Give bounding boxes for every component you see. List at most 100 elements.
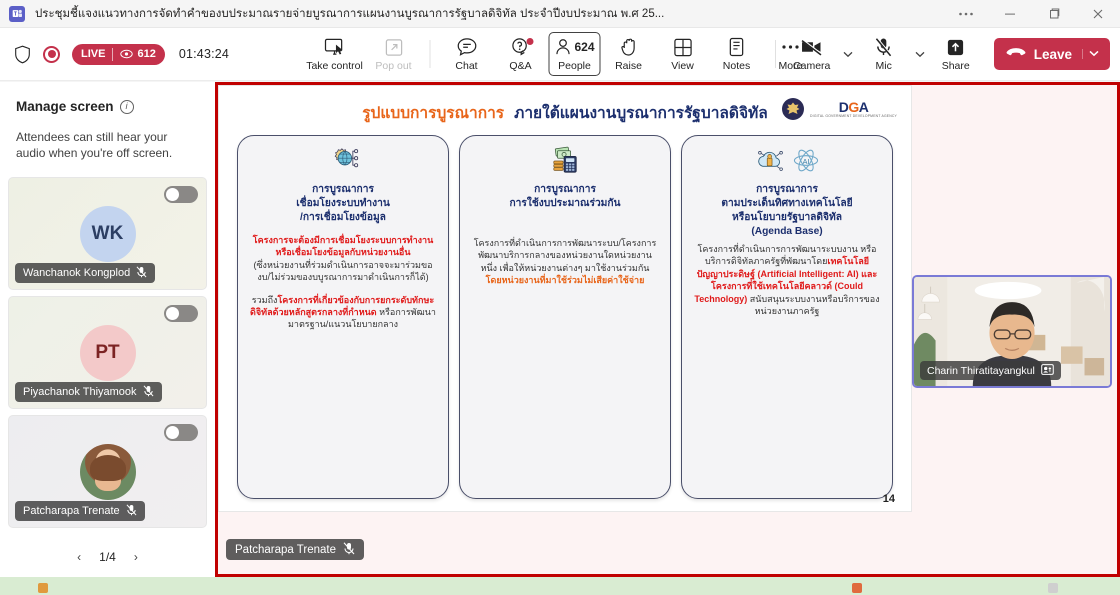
camera-button[interactable]: Camera bbox=[786, 31, 838, 77]
card-3-heading-line1: การบูรณาการ bbox=[756, 184, 818, 195]
card-1-heading: การบูรณาการ เชื่อมโยงระบบทำงาน /การเชื่อ… bbox=[296, 183, 390, 225]
pop-out-label: Pop out bbox=[375, 60, 412, 72]
card-1-body-red-1: โครงการจะต้องมีการเชื่อมโยงระบบการทำงานห… bbox=[252, 235, 434, 258]
card-1-heading-line1: การบูรณาการ bbox=[312, 184, 374, 195]
raise-hand-button[interactable]: Raise bbox=[603, 31, 655, 77]
people-label: People bbox=[558, 60, 591, 72]
chat-icon bbox=[456, 36, 477, 58]
slide-title-navy: ภายใต้แผนงานบูรณาการรัฐบาลดิจิทัล bbox=[514, 105, 768, 122]
window-close-button[interactable] bbox=[1076, 0, 1120, 28]
mic-off-icon bbox=[875, 36, 892, 58]
take-control-icon bbox=[324, 36, 345, 58]
notes-icon bbox=[728, 36, 746, 58]
ai-atom-icon: AI bbox=[792, 147, 820, 179]
manage-screen-header: Manage screen i bbox=[0, 82, 215, 114]
card-1-icons bbox=[326, 146, 360, 180]
video-tile-presenter[interactable]: Charin Thiratitayangkul bbox=[912, 275, 1112, 388]
page-title: Manage screen bbox=[16, 99, 114, 114]
camera-label: Camera bbox=[793, 60, 831, 72]
attendee-tile-list: WK Wanchanok Kongplod PT Piyachanok Thiy… bbox=[0, 177, 215, 541]
record-icon[interactable] bbox=[43, 45, 60, 63]
pop-out-button[interactable]: Pop out bbox=[368, 31, 420, 77]
manage-screen-sidebar: Manage screen i Attendees can still hear… bbox=[0, 82, 215, 577]
card-3-heading-line2: ตามประเด็นทิศทางเทคโนโลยี bbox=[721, 198, 853, 209]
avatar: PT bbox=[79, 324, 136, 381]
card-1-body-note: (ซึ่งหน่วยงานที่ร่วมดำเนินการอาจจะมาร่วม… bbox=[253, 259, 433, 283]
people-icon: 624 bbox=[554, 36, 595, 58]
cloud-data-icon bbox=[755, 147, 786, 179]
mic-off-icon bbox=[136, 265, 147, 281]
attendee-name-tag: Wanchanok Kongplod bbox=[15, 263, 156, 283]
attendee-name-tag: Piyachanok Thiyamook bbox=[15, 382, 162, 402]
os-taskbar bbox=[0, 577, 1120, 595]
presenting-icon bbox=[1041, 363, 1054, 378]
qa-label: Q&A bbox=[509, 60, 532, 72]
camera-options-chevron-down-icon[interactable] bbox=[840, 31, 856, 77]
dga-logo-sub: DIGITAL GOVERNMENT DEVELOPMENT AGENCY bbox=[810, 113, 897, 118]
chat-button[interactable]: Chat bbox=[441, 31, 493, 77]
take-control-label: Take control bbox=[306, 60, 363, 72]
attendee-onscreen-toggle[interactable] bbox=[164, 424, 198, 441]
money-calculator-icon bbox=[549, 146, 581, 181]
mic-off-icon bbox=[343, 541, 355, 558]
meeting-stage: รูปแบบการบูรณาการ ภายใต้แผนงานบูรณาการรัฐ… bbox=[215, 82, 1120, 577]
share-button[interactable]: Share bbox=[930, 31, 982, 77]
list-item[interactable]: Patcharapa Trenate bbox=[8, 415, 207, 528]
manage-screen-title-row: Manage screen i bbox=[16, 99, 199, 114]
avatar bbox=[79, 443, 136, 500]
garuda-emblem-icon bbox=[782, 98, 805, 120]
qa-button[interactable]: Q&A bbox=[495, 31, 547, 77]
attendee-onscreen-toggle[interactable] bbox=[164, 305, 198, 322]
toolbar-divider bbox=[429, 40, 431, 68]
taskbar-icon-2[interactable] bbox=[852, 583, 862, 593]
integration-card-1: การบูรณาการ เชื่อมโยงระบบทำงาน /การเชื่อ… bbox=[237, 135, 449, 499]
attendee-name: Wanchanok Kongplod bbox=[23, 267, 131, 279]
notes-button[interactable]: Notes bbox=[711, 31, 763, 77]
window-title-bar: ประชุมชี้แจงแนวทางการจัดทำคำของบประมาณรา… bbox=[0, 0, 1120, 28]
attendee-name: Patcharapa Trenate bbox=[23, 505, 120, 517]
mic-button[interactable]: Mic bbox=[858, 31, 910, 77]
pagination-value: 1/4 bbox=[99, 550, 116, 564]
info-icon[interactable]: i bbox=[119, 99, 134, 114]
attendee-onscreen-toggle[interactable] bbox=[164, 186, 198, 203]
mic-off-icon bbox=[143, 384, 154, 400]
view-button[interactable]: View bbox=[657, 31, 709, 77]
list-item[interactable]: PT Piyachanok Thiyamook bbox=[8, 296, 207, 409]
leave-chevron-down-icon[interactable] bbox=[1082, 49, 1106, 59]
window-maximize-button[interactable] bbox=[1032, 0, 1076, 28]
slide-cards: การบูรณาการ เชื่อมโยงระบบทำงาน /การเชื่อ… bbox=[231, 133, 899, 503]
taskbar-icon-1[interactable] bbox=[38, 583, 48, 593]
people-button[interactable]: 624 People bbox=[548, 32, 601, 76]
toolbar-center-group: Take control Pop out Chat Q&A 624 People… bbox=[304, 31, 817, 77]
window-minimize-button[interactable] bbox=[988, 0, 1032, 28]
raise-hand-icon bbox=[619, 36, 638, 58]
card-3-heading-line4: (Agenda Base) bbox=[751, 226, 823, 237]
shield-icon[interactable] bbox=[14, 45, 31, 64]
viewer-count: 612 bbox=[137, 48, 156, 60]
mic-options-chevron-down-icon[interactable] bbox=[912, 31, 928, 77]
card-3-heading: การบูรณาการ ตามประเด็นทิศทางเทคโนโลยี หร… bbox=[721, 183, 852, 239]
slide-page-number: 14 bbox=[882, 493, 895, 505]
leave-button[interactable]: Leave bbox=[993, 38, 1110, 70]
window-more-button[interactable] bbox=[944, 0, 988, 28]
toolbar-divider-right bbox=[774, 40, 776, 68]
taskbar-icon-3[interactable] bbox=[1048, 583, 1058, 593]
card-2-heading-line2: การใช้งบประมาณร่วมกัน bbox=[509, 198, 621, 209]
pagination-prev-button[interactable]: ‹ bbox=[73, 548, 85, 566]
globe-gear-icon bbox=[326, 146, 360, 181]
take-control-button[interactable]: Take control bbox=[304, 31, 366, 77]
presenter-name: Patcharapa Trenate bbox=[235, 543, 337, 556]
window-controls bbox=[944, 0, 1120, 28]
card-2-body-plain-1: โครงการที่ดำเนินการการพัฒนาระบบ/โครงการพ… bbox=[473, 238, 657, 273]
card-3-icons: AI bbox=[755, 146, 820, 180]
pagination-next-button[interactable]: › bbox=[130, 548, 142, 566]
list-item[interactable]: WK Wanchanok Kongplod bbox=[8, 177, 207, 290]
view-grid-icon bbox=[673, 36, 692, 58]
integration-card-2: การบูรณาการ การใช้งบประมาณร่วมกัน โครงกา… bbox=[459, 135, 671, 499]
manage-screen-description: Attendees can still hear your audio when… bbox=[16, 130, 173, 160]
card-1-heading-line2: เชื่อมโยงระบบทำงาน bbox=[296, 198, 390, 209]
notes-label: Notes bbox=[722, 60, 751, 72]
live-badge: LIVE 612 bbox=[72, 43, 165, 65]
card-3-heading-line3: หรือนโยบายรัฐบาลดิจิทัล bbox=[732, 212, 842, 223]
presentation-slide: รูปแบบการบูรณาการ ภายใต้แผนงานบูรณาการรัฐ… bbox=[219, 86, 911, 511]
